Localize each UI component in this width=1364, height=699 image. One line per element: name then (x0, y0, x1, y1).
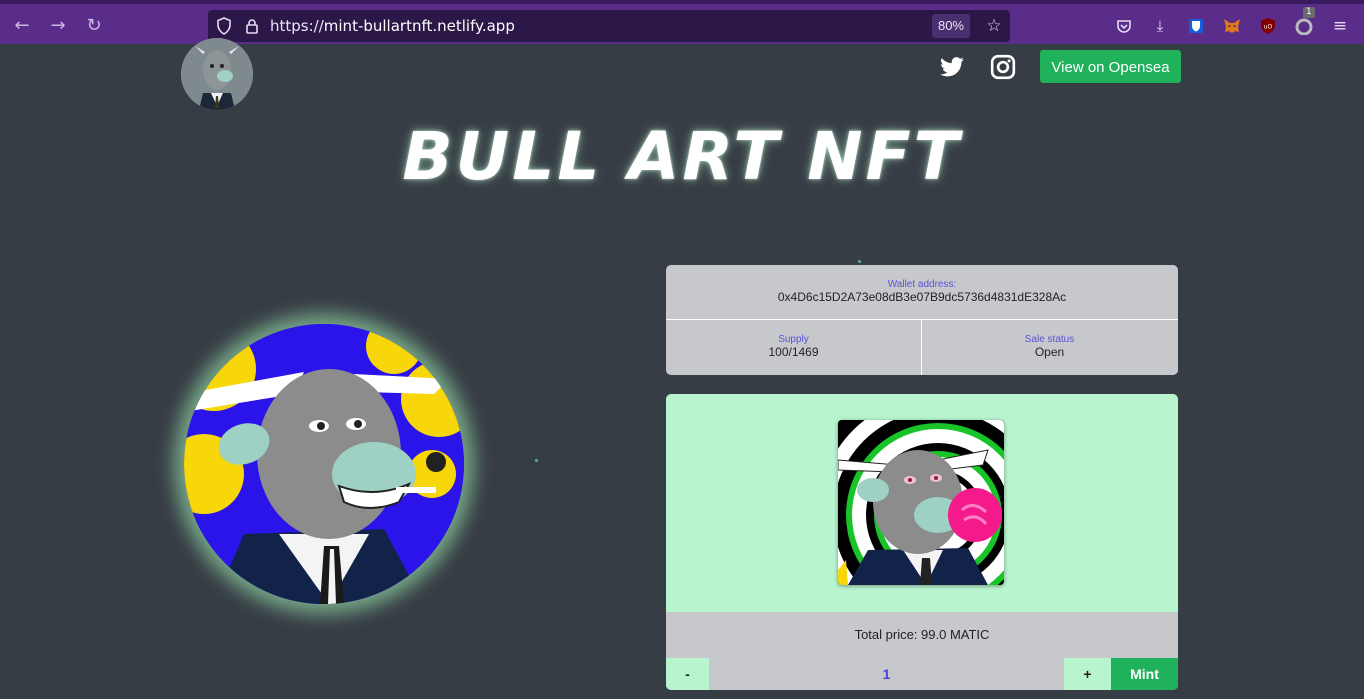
sale-status-value: Open (1034, 345, 1065, 359)
wallet-info-card: Wallet address: 0x4D6c15D2A73e08dB3e07B9… (666, 265, 1178, 375)
address-bar[interactable]: https://mint-bullartnft.netlify.app 80% … (208, 10, 1010, 42)
shield-icon[interactable] (212, 14, 236, 38)
menu-icon[interactable]: ≡ (1329, 15, 1351, 37)
supply-section: Supply 100/1469 (666, 320, 922, 375)
back-icon[interactable]: ← (8, 12, 36, 40)
page-title: BULL ART NFT (402, 118, 962, 195)
mint-card: Total price: 99.0 MATIC - 1 + Mint (666, 394, 1178, 690)
nft-preview-image (838, 420, 1004, 585)
quantity-display: 1 (709, 658, 1064, 690)
twitter-icon[interactable] (939, 54, 965, 80)
bitwarden-icon[interactable] (1185, 15, 1207, 37)
forward-icon[interactable]: → (44, 12, 72, 40)
url-scheme: https:// (270, 17, 324, 35)
total-price: Total price: 99.0 MATIC (666, 612, 1178, 658)
wallet-address-section: Wallet address: 0x4D6c15D2A73e08dB3e07B9… (666, 265, 1178, 320)
supply-value: 100/1469 (768, 345, 819, 359)
browser-toolbar: ← → ↻ https://mint-bullartnft.netlify.ap… (0, 0, 1364, 44)
extension-icon[interactable]: 1 (1293, 7, 1315, 37)
hero-nft-image (184, 324, 464, 604)
site-logo[interactable] (181, 38, 253, 110)
supply-label: Supply (778, 334, 809, 345)
sale-status-label: Sale status (1024, 334, 1075, 345)
view-on-opensea-button[interactable]: View on Opensea (1040, 50, 1181, 83)
increment-button[interactable]: + (1064, 658, 1111, 690)
zoom-level[interactable]: 80% (931, 14, 970, 38)
bookmark-star-icon[interactable]: ☆ (982, 14, 1006, 38)
ublock-icon[interactable]: uO (1257, 15, 1279, 37)
extension-badge: 1 (1303, 7, 1315, 18)
url-host: mint-bullartnft.netlify.app (323, 17, 515, 35)
decorative-dot (535, 459, 538, 462)
svg-text:uO: uO (1264, 24, 1273, 31)
url-text[interactable]: https://mint-bullartnft.netlify.app (270, 17, 515, 35)
downloads-icon[interactable]: ⤓ (1149, 15, 1171, 37)
decorative-dot (858, 260, 861, 263)
instagram-icon[interactable] (990, 54, 1016, 80)
reload-icon[interactable]: ↻ (80, 12, 108, 40)
sale-status-section: Sale status Open (922, 320, 1177, 375)
wallet-address-label: Wallet address: (887, 279, 957, 290)
mint-button[interactable]: Mint (1111, 658, 1178, 690)
lock-icon[interactable] (240, 14, 264, 38)
decrement-button[interactable]: - (666, 658, 709, 690)
metamask-icon[interactable] (1221, 15, 1243, 37)
wallet-address-value: 0x4D6c15D2A73e08dB3e07B9dc5736d4831dE328… (777, 290, 1067, 304)
pocket-icon[interactable] (1113, 15, 1135, 37)
